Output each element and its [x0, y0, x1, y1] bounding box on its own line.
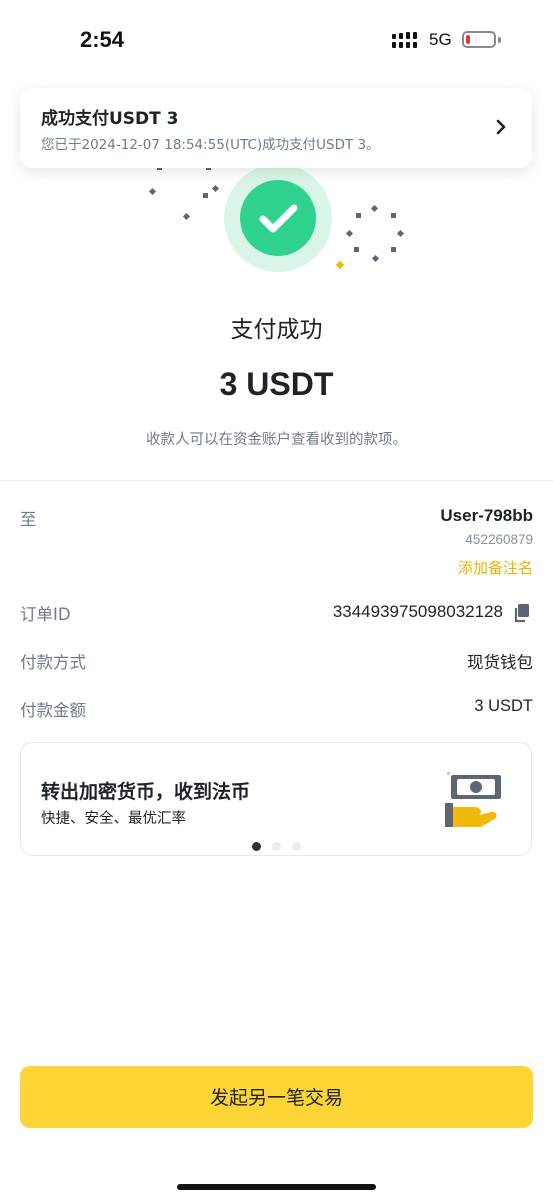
pager-dot[interactable] — [272, 842, 281, 851]
cash-hand-icon — [445, 772, 501, 827]
check-icon — [259, 204, 298, 233]
chevron-right-icon[interactable] — [492, 117, 510, 137]
payment-method-label: 付款方式 — [20, 653, 86, 672]
status-time: 2:54 — [80, 27, 125, 52]
recipient-id: 452260879 — [465, 532, 533, 547]
payment-note: 收款人可以在资金账户查看收到的款项。 — [146, 432, 407, 448]
network-type: 5G — [429, 30, 452, 49]
divider — [0, 480, 553, 481]
payment-notification[interactable]: 成功支付USDT 3 您已于2024-12-07 18:54:55(UTC)成功… — [20, 88, 532, 168]
payment-status-title: 支付成功 — [230, 317, 323, 343]
recipient-label: 至 — [20, 510, 37, 529]
payment-method-value: 现货钱包 — [467, 653, 533, 672]
battery-icon — [462, 31, 496, 48]
pager-dot[interactable] — [292, 842, 301, 851]
payment-amount: 3 USDT — [219, 366, 334, 402]
success-badge — [224, 164, 332, 272]
promo-subtitle: 快捷、安全、最优汇率 — [41, 811, 186, 827]
payment-amount-label: 付款金额 — [20, 701, 86, 720]
promo-title: 转出加密货币，收到法币 — [41, 781, 251, 803]
notification-title: 成功支付USDT 3 — [41, 109, 179, 129]
notification-body: 您已于2024-12-07 18:54:55(UTC)成功支付USDT 3。 — [41, 137, 380, 153]
order-id-label: 订单ID — [20, 605, 71, 624]
new-transaction-button[interactable]: 发起另一笔交易 — [20, 1066, 533, 1128]
promo-card[interactable]: 转出加密货币，收到法币 快捷、安全、最优汇率 — [20, 742, 532, 856]
cellular-signal-icon — [392, 32, 417, 48]
payment-amount-value: 3 USDT — [474, 697, 533, 715]
add-note-link[interactable]: 添加备注名 — [458, 557, 533, 578]
recipient-name: User-798bb — [440, 506, 533, 525]
copy-icon[interactable] — [513, 603, 531, 623]
status-bar: 2:54 5G — [0, 0, 553, 80]
battery-cap — [498, 37, 501, 43]
pager-dot-active[interactable] — [252, 842, 261, 851]
home-indicator[interactable] — [177, 1184, 376, 1190]
order-id-value: 334493975098032128 — [332, 602, 503, 621]
